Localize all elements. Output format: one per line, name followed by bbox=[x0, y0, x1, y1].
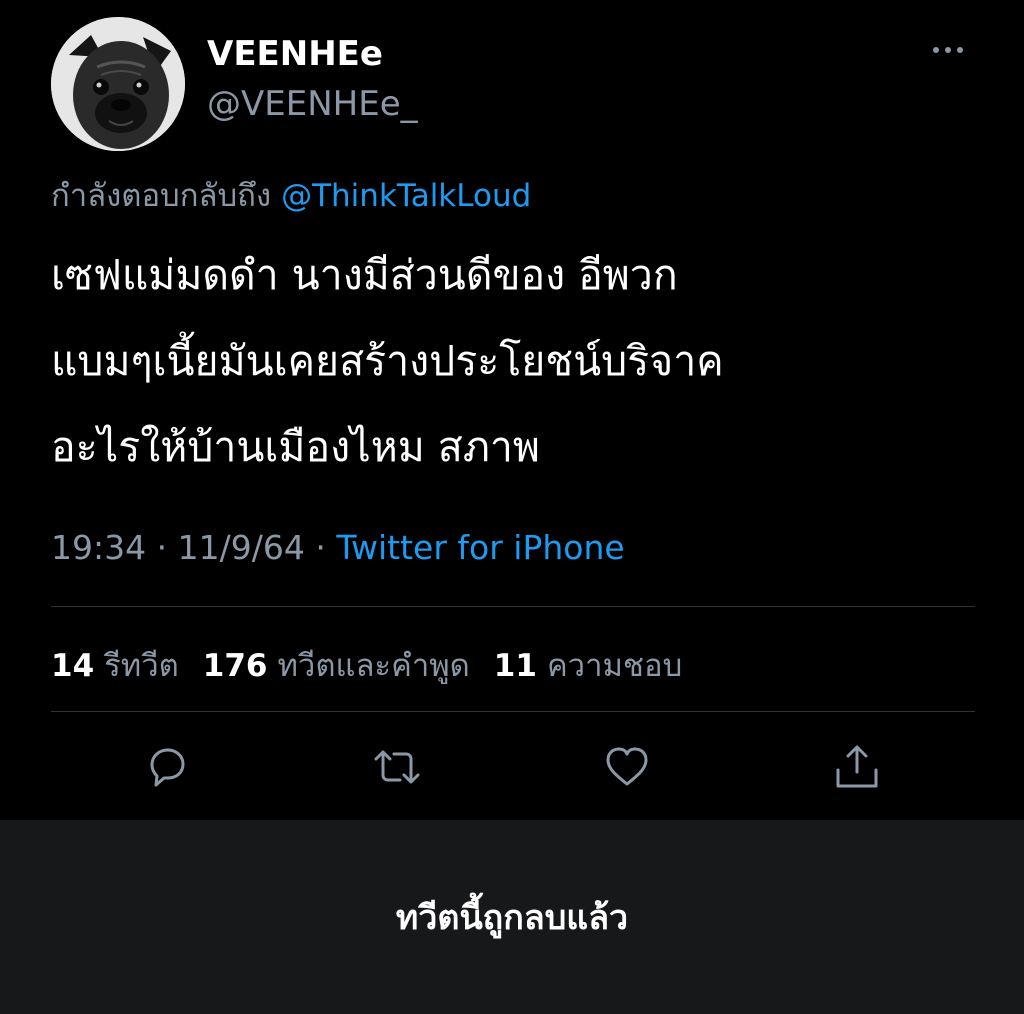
quotes-count: 176 bbox=[202, 648, 268, 684]
like-icon[interactable] bbox=[602, 742, 652, 792]
share-icon[interactable] bbox=[832, 742, 882, 792]
quotes-stat[interactable]: 176 ทวีตและคำพูด bbox=[203, 648, 470, 684]
avatar[interactable] bbox=[51, 17, 185, 151]
user-handle[interactable]: @VEENHEe_ bbox=[207, 84, 418, 124]
replying-to-label: กำลังตอบกลับถึง bbox=[51, 178, 272, 214]
tweet-source-link[interactable]: Twitter for iPhone bbox=[336, 528, 624, 567]
retweets-count: 14 bbox=[51, 648, 95, 684]
divider bbox=[51, 606, 975, 607]
retweets-label: รีทวีต bbox=[104, 648, 179, 684]
tweet-metadata: 19:34 · 11/9/64 · Twitter for iPhone bbox=[51, 528, 625, 567]
quotes-label: ทวีตและคำพูด bbox=[277, 648, 470, 684]
meta-separator: · bbox=[156, 528, 168, 567]
deleted-tweet-message: ทวีตนี้ถูกลบแล้ว bbox=[395, 898, 629, 938]
tweet-stats: 14 รีทวีต 176 ทวีตและคำพูด 11 ความชอบ bbox=[51, 640, 682, 690]
reply-mention-link[interactable]: @ThinkTalkLoud bbox=[281, 178, 531, 214]
tweet-time: 19:34 bbox=[51, 528, 147, 567]
likes-label: ความชอบ bbox=[546, 648, 683, 684]
likes-stat[interactable]: 11 ความชอบ bbox=[494, 648, 682, 684]
meta-separator: · bbox=[315, 528, 326, 567]
divider bbox=[51, 711, 975, 712]
tweet-date: 11/9/64 bbox=[177, 528, 305, 567]
retweets-stat[interactable]: 14 รีทวีต bbox=[51, 648, 179, 684]
more-options-icon[interactable] bbox=[930, 38, 966, 62]
pug-avatar-image bbox=[51, 17, 185, 151]
likes-count: 11 bbox=[493, 648, 537, 684]
retweet-icon[interactable] bbox=[372, 742, 422, 792]
display-name[interactable]: VEENHEe bbox=[207, 34, 383, 74]
reply-icon[interactable] bbox=[142, 742, 192, 792]
tweet-text: เซฟแม่มดดำ นางมีส่วนดีของ อีพวก แบมๆเนี้… bbox=[51, 251, 724, 471]
replying-to-line: กำลังตอบกลับถึง @ThinkTalkLoud bbox=[51, 170, 531, 220]
